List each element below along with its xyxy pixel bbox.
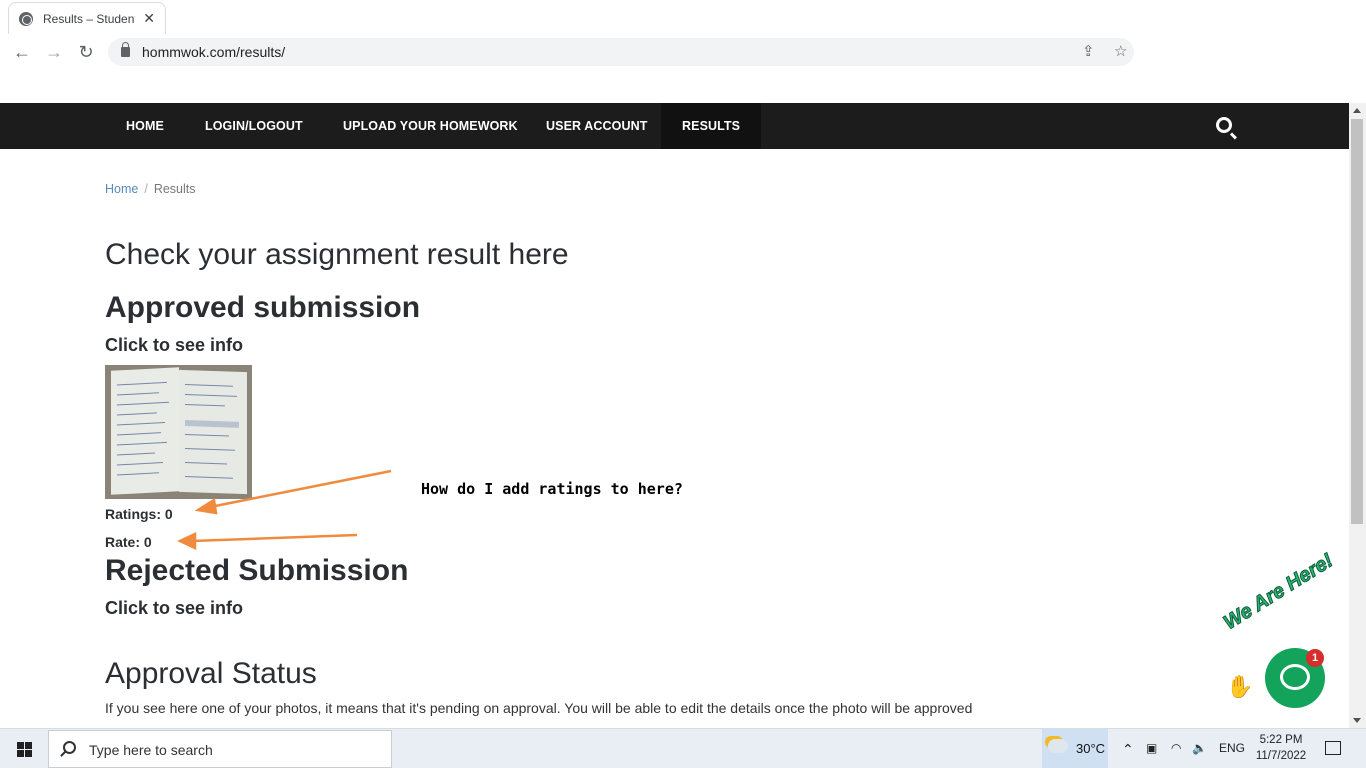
partly-cloudy-icon [1048,739,1068,753]
tab-close-icon[interactable]: ✕ [143,10,155,27]
tray-chevron-up-icon[interactable]: ⌃ [1122,741,1134,758]
nav-home[interactable]: HOME [126,103,164,149]
lock-icon[interactable] [121,42,130,57]
nav-user-account[interactable]: USER ACCOUNT [546,103,647,149]
approval-status-text: If you see here one of your photos, it m… [105,700,973,716]
approval-status-heading: Approval Status [105,657,317,690]
reload-icon[interactable]: ↻ [74,40,98,64]
language-indicator[interactable]: ENG [1219,741,1245,755]
weather-widget[interactable]: 30°C [1042,729,1108,768]
notification-icon[interactable] [1325,741,1341,755]
bookmark-star-icon[interactable]: ☆ [1114,42,1127,60]
rate-value: Rate: 0 [105,534,152,550]
annotation-text: How do I add ratings to here? [421,480,683,498]
windows-taskbar: Type here to search 30°C ⌃ ▣ ◠ 🔈 ENG 5:2… [0,728,1366,768]
taskbar-search-box[interactable]: Type here to search [48,730,392,768]
scroll-thumb[interactable] [1351,119,1363,524]
nav-login-logout[interactable]: LOGIN/LOGOUT [205,103,303,149]
globe-icon [19,11,33,26]
notebook-left-page [111,367,179,495]
scroll-down-icon[interactable] [1353,718,1361,723]
taskbar-clock[interactable]: 5:22 PM 11/7/2022 [1250,732,1312,764]
arrow-rate [191,533,358,543]
approved-click-info[interactable]: Click to see info [105,335,243,356]
approved-heading: Approved submission [105,291,421,324]
taskbar-search-icon [63,741,76,754]
page-scrollbar[interactable] [1349,103,1366,728]
forward-arrow-icon[interactable]: → [42,40,66,64]
submission-thumbnail[interactable] [105,365,252,499]
browser-tabstrip: Results – Student ✕ [0,0,1366,34]
scroll-up-icon[interactable] [1353,108,1361,113]
arrow-rate-head [177,532,197,550]
address-bar[interactable]: hommwok.com/results/ ⇪ ☆ [108,38,1134,66]
rejected-click-info[interactable]: Click to see info [105,598,243,619]
breadcrumb-separator: / [144,182,148,196]
browser-toolbar: ← → ↻ hommwok.com/results/ ⇪ ☆ [0,34,1366,70]
url-text[interactable]: hommwok.com/results/ [142,44,285,60]
nav-results[interactable]: RESULTS [661,103,762,149]
weather-temperature: 30°C [1076,741,1106,756]
back-arrow-icon[interactable]: ← [10,40,34,64]
waving-hand-icon: ✋ [1226,674,1254,699]
chat-notification-badge: 1 [1306,649,1324,667]
clock-time: 5:22 PM [1259,734,1303,746]
chat-bubble-icon [1280,664,1310,690]
breadcrumb: Home / Results [105,182,196,196]
arrow-ratings-head [194,497,218,515]
tab-title: Results – Student [43,11,135,26]
search-icon[interactable] [1216,117,1232,133]
we-are-here-banner[interactable]: We Are Here! [1219,549,1338,635]
breadcrumb-current: Results [153,182,196,196]
volume-icon[interactable]: 🔈 [1192,741,1207,755]
clock-date: 11/7/2022 [1255,750,1307,762]
breadcrumb-home[interactable]: Home [105,182,138,196]
page-title: Check your assignment result here [105,238,569,271]
nav-upload-homework[interactable]: UPLOAD YOUR HOMEWORK [343,103,518,149]
share-icon[interactable]: ⇪ [1082,42,1095,60]
notebook-right-page [179,369,247,495]
site-navigation: HOME LOGIN/LOGOUT UPLOAD YOUR HOMEWORK U… [0,103,1349,149]
rejected-heading: Rejected Submission [105,554,409,587]
taskbar-search-placeholder[interactable]: Type here to search [89,742,213,758]
meet-now-icon[interactable]: ▣ [1146,741,1157,755]
browser-tab[interactable]: Results – Student ✕ [8,2,166,34]
windows-start-icon[interactable] [17,742,32,757]
wifi-icon[interactable]: ◠ [1171,741,1181,755]
ratings-count: Ratings: 0 [105,506,173,522]
